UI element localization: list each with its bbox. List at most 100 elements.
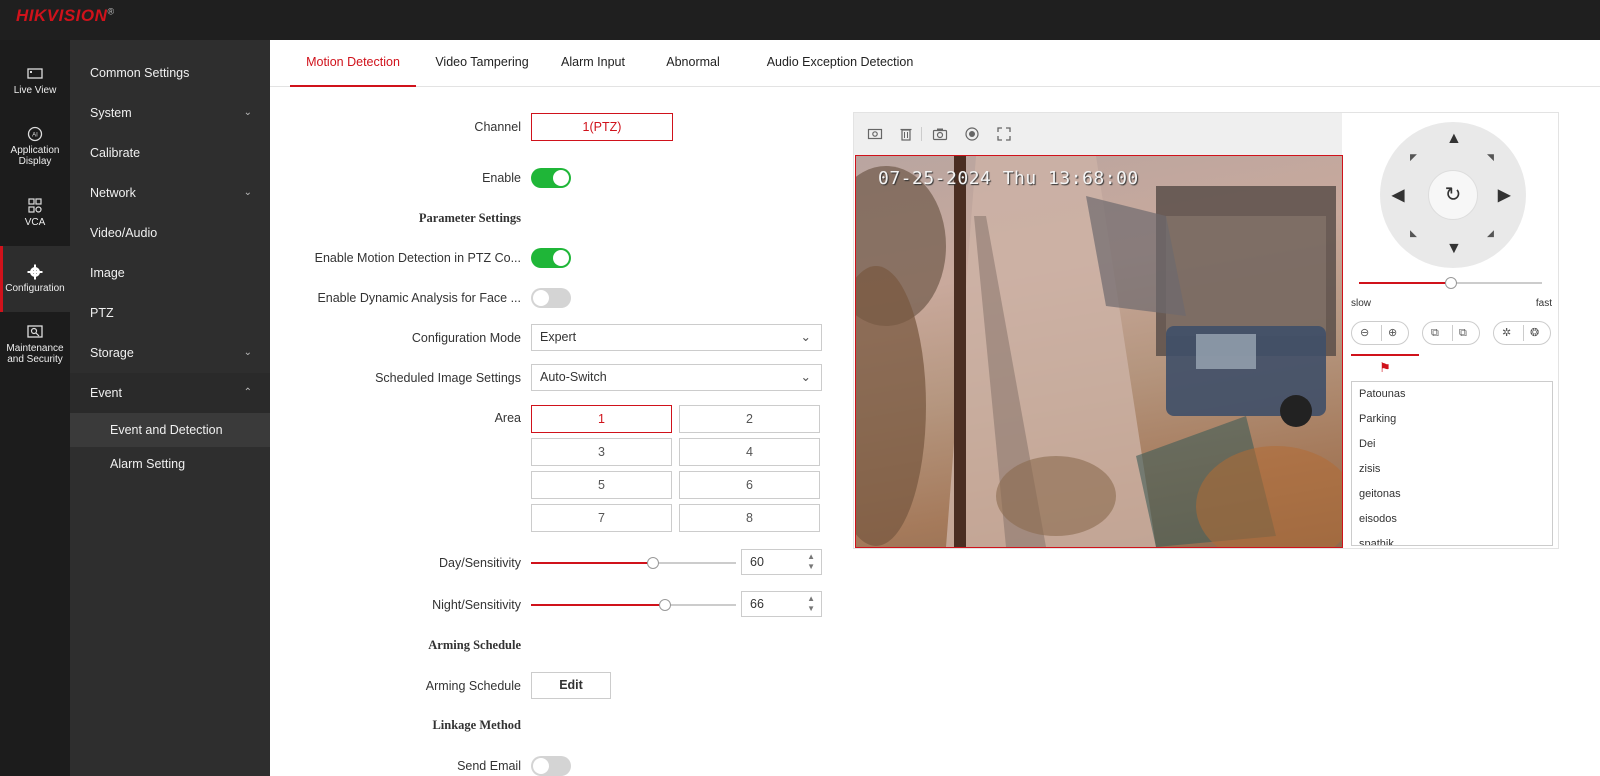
capture-region-icon[interactable] bbox=[867, 126, 883, 142]
area-1-button[interactable]: 1 bbox=[531, 405, 672, 433]
day-sensitivity-input[interactable]: 60 ▲ ▼ bbox=[741, 549, 822, 575]
button-divider bbox=[1381, 325, 1382, 341]
top-bar: HIKVISION® bbox=[0, 0, 1600, 40]
tab-alarm-input[interactable]: Alarm Input bbox=[553, 40, 633, 87]
camera-icon[interactable] bbox=[932, 126, 948, 142]
menu-common-settings[interactable]: Common Settings bbox=[70, 53, 270, 93]
arming-schedule-edit-button[interactable]: Edit bbox=[531, 672, 611, 699]
preset-list[interactable]: Patounas Parking Dei zisis geitonas eiso… bbox=[1351, 381, 1553, 546]
menu-event-and-detection[interactable]: Event and Detection bbox=[70, 413, 270, 447]
nav-application-display-label: Application Display bbox=[10, 145, 60, 167]
tab-abnormal[interactable]: Abnormal bbox=[658, 40, 728, 87]
iris-open-icon[interactable]: ❂ bbox=[1530, 322, 1539, 344]
preset-item[interactable]: eisodos bbox=[1352, 507, 1552, 532]
spinner-icon[interactable]: ▲ ▼ bbox=[807, 552, 815, 572]
tab-video-tampering[interactable]: Video Tampering bbox=[430, 40, 534, 87]
enable-toggle[interactable] bbox=[531, 168, 571, 188]
channel-label: Channel bbox=[474, 120, 521, 134]
toolbar-divider bbox=[921, 127, 922, 141]
tab-motion-detection[interactable]: Motion Detection bbox=[290, 40, 416, 87]
arming-schedule-heading: Arming Schedule bbox=[428, 638, 521, 652]
arrow-right-icon[interactable]: ▶ bbox=[1498, 185, 1510, 205]
arrow-up-right-icon[interactable]: ◥ bbox=[1487, 152, 1494, 163]
iris-close-icon[interactable]: ✲ bbox=[1502, 322, 1511, 344]
nav-vca-label: VCA bbox=[24, 217, 46, 228]
arrow-up-icon[interactable]: ▲ bbox=[1446, 130, 1462, 148]
day-sensitivity-handle[interactable] bbox=[647, 557, 659, 569]
preset-item[interactable]: Patounas bbox=[1352, 382, 1552, 407]
nav-application-display[interactable]: AI Application Display bbox=[0, 126, 70, 172]
menu-calibrate[interactable]: Calibrate bbox=[70, 133, 270, 173]
video-scene bbox=[856, 156, 1342, 547]
preset-item[interactable]: zisis bbox=[1352, 457, 1552, 482]
arrow-down-icon[interactable]: ▼ bbox=[1446, 240, 1462, 258]
area-7-button[interactable]: 7 bbox=[531, 504, 672, 532]
dynamic-analysis-toggle[interactable] bbox=[531, 288, 571, 308]
ptz-speed-handle[interactable] bbox=[1445, 277, 1457, 289]
fullscreen-icon[interactable] bbox=[996, 126, 1012, 142]
zoom-out-icon[interactable]: ⊖ bbox=[1360, 322, 1369, 344]
button-divider bbox=[1523, 325, 1524, 341]
nav-configuration[interactable]: Configuration bbox=[0, 246, 70, 312]
trash-icon[interactable] bbox=[898, 126, 914, 142]
live-view-icon bbox=[27, 68, 43, 79]
menu-video-audio[interactable]: Video/Audio bbox=[70, 213, 270, 253]
menu-ptz[interactable]: PTZ bbox=[70, 293, 270, 333]
focus-near-icon[interactable]: ⧉ bbox=[1431, 322, 1439, 344]
ptz-motion-label: Enable Motion Detection in PTZ Co... bbox=[314, 251, 521, 265]
menu-storage[interactable]: Storage ⌄ bbox=[70, 333, 270, 373]
menu-alarm-setting[interactable]: Alarm Setting bbox=[70, 447, 270, 481]
nav-configuration-label: Configuration bbox=[5, 283, 65, 294]
preset-item[interactable]: geitonas bbox=[1352, 482, 1552, 507]
focus-far-icon[interactable]: ⧉ bbox=[1459, 322, 1467, 344]
zoom-in-icon[interactable]: ⊕ bbox=[1388, 322, 1397, 344]
scheduled-image-select[interactable]: Auto-Switch ⌄ bbox=[531, 364, 822, 391]
arrow-up-left-icon[interactable]: ◤ bbox=[1410, 152, 1417, 163]
area-3-button[interactable]: 3 bbox=[531, 438, 672, 466]
linkage-method-heading: Linkage Method bbox=[432, 718, 521, 732]
menu-network[interactable]: Network ⌄ bbox=[70, 173, 270, 213]
preset-item[interactable]: Parking bbox=[1352, 407, 1552, 432]
channel-select[interactable]: 1(PTZ) bbox=[531, 113, 673, 141]
send-email-label: Send Email bbox=[457, 759, 521, 773]
main-nav-rail: Live View AI Application Display VCA Con… bbox=[0, 40, 70, 776]
menu-image[interactable]: Image bbox=[70, 253, 270, 293]
night-sensitivity-slider[interactable] bbox=[531, 599, 736, 611]
ai-icon: AI bbox=[27, 126, 43, 142]
config-mode-select[interactable]: Expert ⌄ bbox=[531, 324, 822, 351]
record-icon[interactable] bbox=[964, 126, 980, 142]
night-sensitivity-value: 66 bbox=[750, 597, 764, 611]
arrow-down-right-icon[interactable]: ◢ bbox=[1487, 228, 1494, 239]
ptz-direction-pad[interactable]: ▲ ▼ ◀ ▶ ◤ ◥ ◣ ◢ ↻ bbox=[1380, 122, 1526, 268]
nav-maintenance-security[interactable]: Maintenance and Security bbox=[0, 324, 70, 370]
send-email-toggle[interactable] bbox=[531, 756, 571, 776]
svg-text:AI: AI bbox=[32, 133, 38, 139]
preset-item[interactable]: spathik bbox=[1352, 532, 1552, 545]
nav-live-view-label: Live View bbox=[13, 85, 57, 96]
arrow-left-icon[interactable]: ◀ bbox=[1392, 185, 1404, 205]
menu-event[interactable]: Event ⌃ bbox=[70, 373, 270, 413]
ptz-motion-toggle[interactable] bbox=[531, 248, 571, 268]
ptz-speed-slider[interactable] bbox=[1359, 277, 1542, 289]
night-sensitivity-input[interactable]: 66 ▲ ▼ bbox=[741, 591, 822, 617]
area-2-button[interactable]: 2 bbox=[679, 405, 820, 433]
preset-item[interactable]: Dei bbox=[1352, 432, 1552, 457]
preset-tab[interactable]: ⚑ bbox=[1351, 354, 1419, 381]
day-sensitivity-slider[interactable] bbox=[531, 557, 736, 569]
tab-audio-exception[interactable]: Audio Exception Detection bbox=[760, 40, 920, 87]
area-4-button[interactable]: 4 bbox=[679, 438, 820, 466]
area-6-button[interactable]: 6 bbox=[679, 471, 820, 499]
camera-video-feed[interactable]: 07-25-2024 Thu 13:68:00 bbox=[855, 155, 1343, 548]
spinner-icon[interactable]: ▲ ▼ bbox=[807, 594, 815, 614]
chevron-down-icon: ⌄ bbox=[800, 330, 811, 344]
arrow-down-left-icon[interactable]: ◣ bbox=[1410, 228, 1417, 239]
menu-system[interactable]: System ⌄ bbox=[70, 93, 270, 133]
area-5-button[interactable]: 5 bbox=[531, 471, 672, 499]
video-timestamp-osd: 07-25-2024 Thu 13:68:00 bbox=[878, 168, 1139, 189]
auto-pan-icon[interactable]: ↻ bbox=[1428, 170, 1478, 220]
nav-live-view[interactable]: Live View bbox=[0, 66, 70, 102]
nav-vca[interactable]: VCA bbox=[0, 198, 70, 234]
area-label: Area bbox=[494, 411, 521, 425]
night-sensitivity-handle[interactable] bbox=[659, 599, 671, 611]
area-8-button[interactable]: 8 bbox=[679, 504, 820, 532]
